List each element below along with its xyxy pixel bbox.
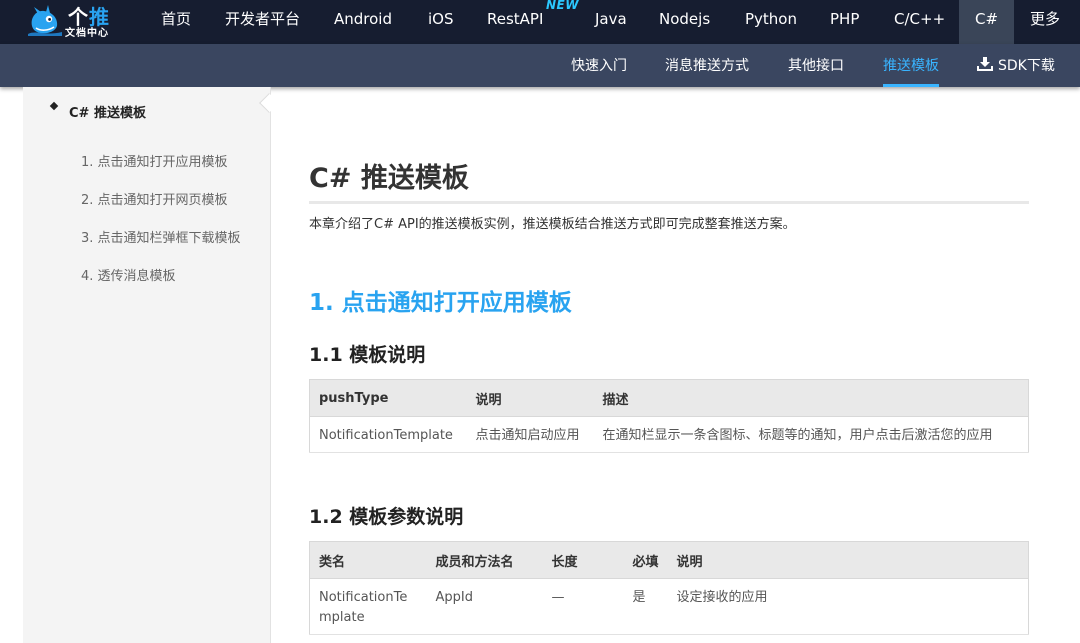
title-divider <box>309 201 1029 204</box>
template-parameters-table: 类名 成员和方法名 长度 必填 说明 NotificationTemplate … <box>309 541 1029 635</box>
nav-more[interactable]: 更多 <box>1030 0 1060 44</box>
logo[interactable]: 个推 文档中心 <box>28 0 118 44</box>
column-header: 描述 <box>593 379 1029 417</box>
top-navbar: 个推 文档中心 首页 开发者平台 Android iOS RestAPI NEW… <box>0 0 1080 44</box>
subsection-template-description: 1.1 模板说明 <box>309 344 426 366</box>
table-header-row: pushType 说明 描述 <box>309 379 1029 417</box>
subnav-push-methods[interactable]: 消息推送方式 <box>665 44 749 87</box>
nav-python[interactable]: Python <box>745 0 797 44</box>
secondary-navbar: 快速入门 消息推送方式 其他接口 推送模板 SDK下载 <box>0 44 1080 87</box>
nav-restapi[interactable]: RestAPI <box>487 0 543 44</box>
nav-android[interactable]: Android <box>334 0 392 44</box>
subnav-push-templates[interactable]: 推送模板 <box>883 44 939 87</box>
table-cell: 设定接收的应用 <box>667 578 1029 635</box>
table-row: NotificationTemplate AppId — 是 设定接收的应用 <box>309 578 1029 635</box>
bird-logo-icon <box>28 5 62 36</box>
nav-csharp[interactable]: C# <box>959 0 1014 44</box>
intro-paragraph: 本章介绍了C# API的推送模板实例，推送模板结合推送方式即可完成整套推送方案。 <box>309 217 796 232</box>
column-header: 说明 <box>667 541 1029 579</box>
sdk-download-label: SDK下载 <box>998 58 1055 74</box>
nav-home[interactable]: 首页 <box>161 0 191 44</box>
template-description-table: pushType 说明 描述 NotificationTemplate 点击通知… <box>309 379 1029 453</box>
column-header: 说明 <box>466 379 594 417</box>
column-header: 类名 <box>309 541 427 579</box>
sidebar-link-open-webpage[interactable]: 2. 点击通知打开网页模板 <box>81 189 228 208</box>
sidebar-heading[interactable]: C# 推送模板 <box>69 102 146 121</box>
table-cell: — <box>542 578 624 635</box>
table-cell: 点击通知启动应用 <box>466 416 594 453</box>
nav-nodejs[interactable]: Nodejs <box>659 0 710 44</box>
sidebar <box>23 87 271 643</box>
sidebar-link-open-app[interactable]: 1. 点击通知打开应用模板 <box>81 151 228 170</box>
table-cell: NotificationTemplate <box>309 416 467 453</box>
nav-php[interactable]: PHP <box>830 0 859 44</box>
sidebar-link-transmission[interactable]: 4. 透传消息模板 <box>81 265 176 284</box>
sidebar-link-download-popup[interactable]: 3. 点击通知栏弹框下载模板 <box>81 227 241 246</box>
new-badge: NEW <box>546 0 579 12</box>
subnav-quickstart[interactable]: 快速入门 <box>571 44 627 87</box>
nav-java[interactable]: Java <box>595 0 627 44</box>
table-cell: 是 <box>623 578 668 635</box>
download-icon <box>977 57 993 71</box>
column-header: pushType <box>309 379 467 417</box>
subnav-other-apis[interactable]: 其他接口 <box>788 44 844 87</box>
subsection-template-parameters: 1.2 模板参数说明 <box>309 506 464 528</box>
section-heading-open-app: 1. 点击通知打开应用模板 <box>309 290 572 316</box>
table-cell: AppId <box>426 578 543 635</box>
table-cell: 在通知栏显示一条含图标、标题等的通知，用户点击后激活您的应用 <box>593 416 1029 453</box>
active-tab-underline <box>883 84 939 87</box>
table-row: NotificationTemplate 点击通知启动应用 在通知栏显示一条含图… <box>309 416 1029 453</box>
column-header: 成员和方法名 <box>426 541 543 579</box>
column-header: 长度 <box>542 541 624 579</box>
nav-developer-platform[interactable]: 开发者平台 <box>225 0 300 44</box>
nav-c-cpp[interactable]: C/C++ <box>894 0 945 44</box>
nav-ios[interactable]: iOS <box>428 0 454 44</box>
table-cell: NotificationTemplate <box>309 578 427 635</box>
page-title: C# 推送模板 <box>309 163 469 194</box>
subnav-sdk-download[interactable]: SDK下载 <box>977 44 1055 87</box>
table-header-row: 类名 成员和方法名 长度 必填 说明 <box>309 541 1029 579</box>
logo-subtitle: 文档中心 <box>65 28 109 39</box>
column-header: 必填 <box>623 541 668 579</box>
